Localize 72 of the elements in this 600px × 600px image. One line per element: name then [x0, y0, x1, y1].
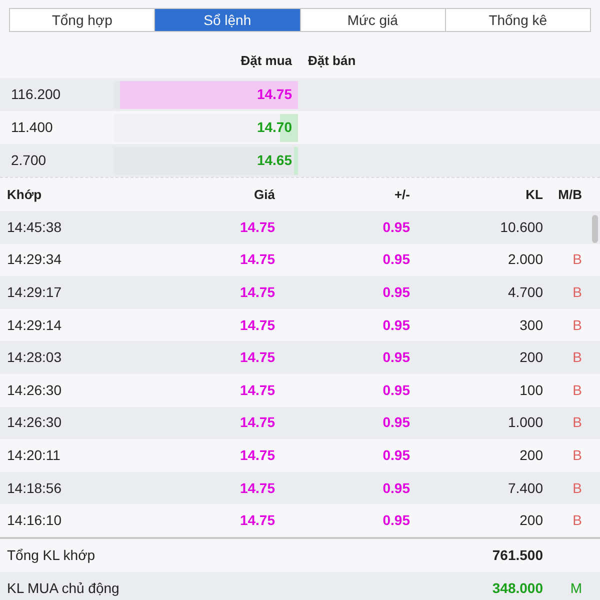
- bid-price: 14.75: [256, 85, 293, 104]
- trade-price: 14.75: [238, 380, 275, 400]
- trade-side: B: [572, 478, 583, 498]
- trade-side: B: [572, 380, 583, 400]
- trade-time: 14:29:14: [6, 316, 62, 335]
- bid-volume: 116.200: [10, 85, 62, 104]
- column-header: M/B: [557, 186, 583, 204]
- summary-value: 348.000: [491, 578, 543, 598]
- trade-volume: 200: [518, 511, 543, 530]
- trade-time: 14:29:17: [6, 282, 62, 302]
- trade-volume: 10.600: [499, 218, 543, 237]
- trade-time: 14:29:34: [6, 250, 62, 270]
- column-header: Đặt mua: [240, 52, 293, 70]
- trade-time: 14:26:30: [6, 380, 62, 400]
- bid-volume: 2.700: [10, 151, 48, 170]
- trade-volume: 100: [518, 380, 543, 400]
- trade-volume: 300: [518, 316, 543, 335]
- trade-price: 14.75: [238, 282, 275, 302]
- trade-price: 14.75: [238, 316, 275, 335]
- price-change: 0.95: [382, 380, 410, 400]
- trade-price: 14.75: [238, 511, 275, 530]
- price-change: 0.95: [382, 250, 410, 270]
- trade-volume: 4.700: [506, 282, 543, 302]
- trade-price: 14.75: [238, 348, 275, 368]
- summary-label: KL MUA chủ động: [6, 578, 120, 598]
- column-header: Khớp: [6, 186, 43, 204]
- price-change: 0.95: [382, 446, 410, 465]
- tab[interactable]: Mức giá: [300, 9, 445, 31]
- trade-price: 14.75: [238, 218, 275, 237]
- trade-time: 14:45:38: [6, 218, 62, 237]
- trade-volume: 1.000: [506, 413, 543, 432]
- trade-time: 14:28:03: [6, 348, 62, 368]
- trade-volume: 200: [518, 348, 543, 368]
- tab[interactable]: Tổng hợp: [10, 9, 154, 31]
- price-change: 0.95: [382, 218, 410, 237]
- scrollbar-thumb[interactable]: [592, 215, 598, 243]
- trade-time: 14:26:30: [6, 413, 62, 432]
- tab[interactable]: Sổ lệnh: [154, 9, 300, 31]
- bid-volume: 11.400: [10, 118, 54, 137]
- price-change: 0.95: [382, 282, 410, 302]
- summary-label: Tổng KL khớp: [6, 546, 96, 565]
- trade-side: B: [572, 413, 583, 432]
- trade-price: 14.75: [238, 446, 275, 465]
- price-change: 0.95: [382, 348, 410, 368]
- column-header: +/-: [393, 186, 410, 204]
- price-change: 0.95: [382, 478, 410, 498]
- trade-time: 14:18:56: [6, 478, 62, 498]
- tab[interactable]: Thống kê: [444, 9, 590, 31]
- trade-volume: 2.000: [506, 250, 543, 270]
- column-header: KL: [524, 186, 543, 204]
- trade-side: B: [572, 348, 583, 368]
- price-change: 0.95: [382, 413, 410, 432]
- trade-side: B: [572, 282, 583, 302]
- trade-side: B: [572, 511, 583, 530]
- bid-price: 14.65: [256, 151, 293, 170]
- trade-price: 14.75: [238, 250, 275, 270]
- price-change: 0.95: [382, 511, 410, 530]
- trade-time: 14:20:11: [6, 446, 62, 465]
- trade-price: 14.75: [238, 478, 275, 498]
- bid-price: 14.70: [256, 118, 293, 137]
- column-header: Đặt bán: [307, 52, 356, 70]
- summary-value: 761.500: [491, 546, 543, 565]
- trade-side: B: [572, 446, 583, 465]
- price-change: 0.95: [382, 316, 410, 335]
- trade-price: 14.75: [238, 413, 275, 432]
- column-header: Giá: [253, 186, 275, 204]
- summary-side: M: [569, 578, 583, 598]
- trade-side: B: [572, 250, 583, 270]
- trade-volume: 200: [518, 446, 543, 465]
- trade-side: B: [572, 316, 583, 335]
- trade-time: 14:16:10: [6, 511, 62, 530]
- trade-volume: 7.400: [506, 478, 543, 498]
